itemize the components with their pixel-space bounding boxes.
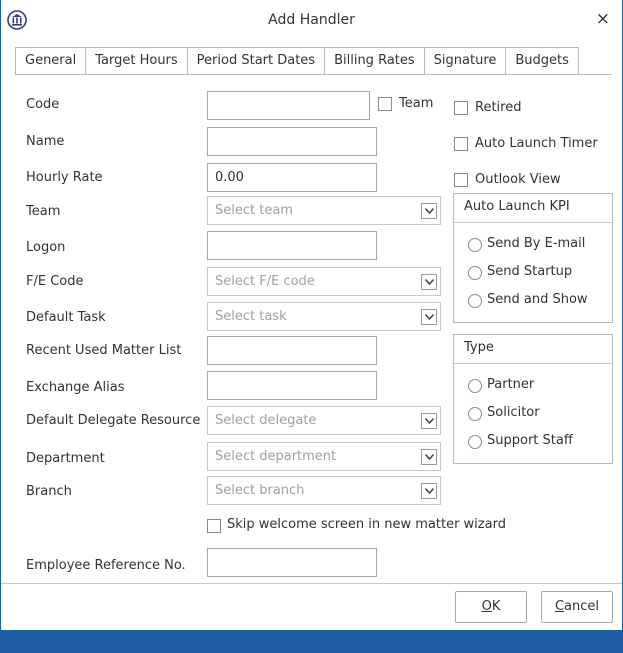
- default-delegate-select-placeholder: Select delegate: [215, 413, 317, 428]
- hourly-rate-label: Hourly Rate: [26, 170, 103, 185]
- team-label: Team: [26, 204, 61, 219]
- default-delegate-resource-label: Default Delegate Resource: [26, 413, 201, 428]
- branch-label: Branch: [26, 484, 72, 499]
- cancel-button[interactable]: Cancel: [541, 591, 613, 623]
- solicitor-label: Solicitor: [487, 405, 540, 420]
- send-startup-radio[interactable]: [468, 266, 482, 280]
- type-title: Type: [464, 340, 494, 355]
- title-bar: Add Handler ×: [1, 0, 622, 40]
- tab-divider: [15, 74, 612, 75]
- code-label: Code: [26, 97, 60, 112]
- name-input[interactable]: [207, 127, 377, 156]
- exchange-alias-input[interactable]: [207, 371, 377, 400]
- department-label: Department: [26, 451, 105, 466]
- recent-used-matter-list-input[interactable]: [207, 336, 377, 365]
- ok-label-rest: K: [491, 599, 501, 614]
- fe-code-label: F/E Code: [26, 274, 84, 289]
- logon-label: Logon: [26, 240, 66, 255]
- footer-divider: [1, 583, 622, 584]
- cancel-mnemonic: C: [554, 599, 565, 614]
- chevron-down-icon[interactable]: [421, 449, 437, 465]
- ok-button[interactable]: OK: [455, 591, 527, 623]
- tab-general[interactable]: General: [15, 47, 87, 75]
- hourly-rate-input[interactable]: [207, 163, 377, 192]
- type-group: Type Partner Solicitor Support Staff: [453, 334, 613, 464]
- group-divider: [454, 363, 612, 364]
- solicitor-radio[interactable]: [468, 407, 482, 421]
- team-checkbox[interactable]: [378, 97, 392, 111]
- add-handler-dialog: Add Handler × General Target Hours Perio…: [0, 0, 623, 653]
- close-icon[interactable]: ×: [596, 11, 610, 28]
- chevron-down-icon[interactable]: [421, 309, 437, 325]
- auto-launch-kpi-title: Auto Launch KPI: [464, 199, 570, 214]
- bottom-accent-bar: [1, 630, 622, 653]
- chevron-down-icon[interactable]: [421, 413, 437, 429]
- branch-select-placeholder: Select branch: [215, 483, 305, 498]
- name-label: Name: [26, 134, 65, 149]
- logon-input[interactable]: [207, 231, 377, 260]
- recent-used-matter-list-label: Recent Used Matter List: [26, 343, 182, 358]
- department-select-placeholder: Select department: [215, 449, 337, 464]
- team-select[interactable]: Select team: [207, 196, 441, 225]
- support-staff-radio[interactable]: [468, 435, 482, 449]
- skip-welcome-checkbox[interactable]: [207, 519, 221, 533]
- default-task-select[interactable]: Select task: [207, 302, 441, 331]
- partner-label: Partner: [487, 377, 535, 392]
- send-by-email-radio[interactable]: [468, 238, 482, 252]
- tab-budgets[interactable]: Budgets: [506, 47, 579, 75]
- fe-code-select-placeholder: Select F/E code: [215, 274, 315, 289]
- fe-code-select[interactable]: Select F/E code: [207, 267, 441, 296]
- department-select[interactable]: Select department: [207, 442, 441, 471]
- ok-mnemonic: O: [481, 599, 492, 614]
- send-and-show-label: Send and Show: [487, 292, 588, 307]
- tab-bar: General Target Hours Period Start Dates …: [15, 47, 579, 75]
- support-staff-label: Support Staff: [487, 433, 573, 448]
- chevron-down-icon[interactable]: [421, 203, 437, 219]
- retired-label: Retired: [475, 100, 522, 115]
- employee-reference-input[interactable]: [207, 548, 377, 577]
- default-task-select-placeholder: Select task: [215, 309, 287, 324]
- code-input[interactable]: [207, 91, 370, 120]
- dialog-title: Add Handler: [268, 12, 355, 28]
- tab-period-start-dates[interactable]: Period Start Dates: [187, 47, 326, 75]
- tab-signature[interactable]: Signature: [424, 47, 507, 75]
- auto-launch-timer-checkbox[interactable]: [454, 137, 468, 151]
- send-and-show-radio[interactable]: [468, 294, 482, 308]
- retired-checkbox[interactable]: [454, 101, 468, 115]
- group-divider: [454, 222, 612, 223]
- cancel-label-rest: ancel: [564, 599, 600, 614]
- exchange-alias-label: Exchange Alias: [26, 380, 125, 395]
- send-by-email-label: Send By E-mail: [487, 236, 586, 251]
- team-select-placeholder: Select team: [215, 203, 293, 218]
- chevron-down-icon[interactable]: [421, 274, 437, 290]
- partner-radio[interactable]: [468, 379, 482, 393]
- tab-billing-rates[interactable]: Billing Rates: [325, 47, 425, 75]
- auto-launch-timer-label: Auto Launch Timer: [475, 136, 598, 151]
- skip-welcome-label: Skip welcome screen in new matter wizard: [227, 517, 506, 532]
- outlook-view-label: Outlook View: [475, 172, 561, 187]
- team-checkbox-label: Team: [399, 96, 434, 111]
- employee-reference-label: Employee Reference No.: [26, 558, 186, 573]
- send-startup-label: Send Startup: [487, 264, 573, 279]
- auto-launch-kpi-group: Auto Launch KPI Send By E-mail Send Star…: [453, 193, 613, 323]
- tab-target-hours[interactable]: Target Hours: [86, 47, 188, 75]
- default-delegate-select[interactable]: Select delegate: [207, 406, 441, 435]
- default-task-label: Default Task: [26, 310, 106, 325]
- chevron-down-icon[interactable]: [421, 483, 437, 499]
- outlook-view-checkbox[interactable]: [454, 173, 468, 187]
- branch-select[interactable]: Select branch: [207, 476, 441, 505]
